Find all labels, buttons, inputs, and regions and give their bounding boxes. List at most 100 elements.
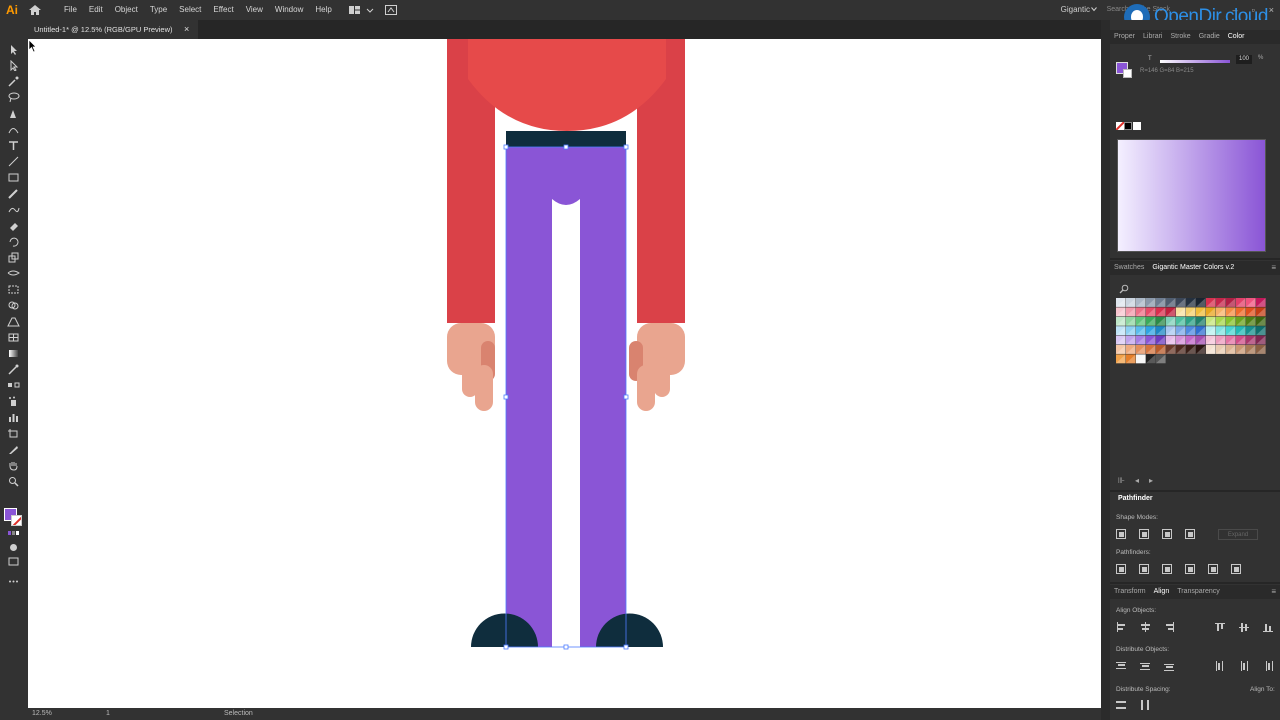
swatch-library-menu-icon[interactable]: ⊪ (1118, 476, 1125, 485)
artboard-tool-icon[interactable] (7, 428, 20, 439)
horizontal-distribute-right-icon[interactable] (1263, 661, 1274, 671)
screen-mode-icon[interactable] (7, 556, 20, 567)
unite-icon[interactable] (1116, 529, 1126, 539)
mesh-tool-icon[interactable] (7, 332, 20, 343)
blend-tool-icon[interactable] (7, 380, 20, 391)
color-panel-stroke-swatch[interactable] (1123, 69, 1132, 78)
tint-slider[interactable] (1160, 60, 1230, 63)
tab-color[interactable]: Color (1224, 30, 1249, 44)
eyedropper-tool-icon[interactable] (7, 364, 20, 375)
current-tool-readout[interactable]: Selection (224, 708, 253, 720)
menu-view[interactable]: View (240, 0, 269, 19)
tab-properties[interactable]: Proper (1110, 30, 1139, 44)
paintbrush-tool-icon[interactable] (7, 188, 20, 199)
vertical-align-top-icon[interactable] (1215, 622, 1226, 632)
color-spectrum-ramp[interactable] (1117, 139, 1266, 252)
perspective-grid-tool-icon[interactable] (7, 316, 20, 327)
close-tab-button[interactable]: × (184, 24, 189, 34)
trim-icon[interactable] (1139, 564, 1149, 574)
vertical-distribute-top-icon[interactable] (1116, 661, 1127, 671)
hand-tool-icon[interactable] (7, 460, 20, 471)
horizontal-distribute-left-icon[interactable] (1215, 661, 1226, 671)
minus-front-icon[interactable] (1139, 529, 1149, 539)
merge-icon[interactable] (1162, 564, 1172, 574)
tab-gigantic-master-colors[interactable]: Gigantic Master Colors v.2 (1148, 261, 1238, 275)
chevron-down-icon[interactable] (1091, 6, 1097, 12)
panel-menu-icon[interactable]: ≡ (1271, 263, 1276, 272)
pen-tool-icon[interactable] (7, 108, 20, 119)
artboard-number-field[interactable]: 1 (106, 708, 110, 720)
zoom-tool-icon[interactable] (7, 476, 20, 487)
rotate-tool-icon[interactable] (7, 236, 20, 247)
vertical-distribute-space-icon[interactable] (1116, 700, 1127, 710)
panel-dock-divider[interactable] (1101, 20, 1110, 720)
exclude-icon[interactable] (1185, 529, 1195, 539)
next-library-icon[interactable]: ▸ (1149, 476, 1153, 485)
right-hand[interactable] (629, 323, 685, 411)
rectangle-tool-icon[interactable] (7, 172, 20, 183)
tab-gradient[interactable]: Gradie (1195, 30, 1224, 44)
horizontal-align-right-icon[interactable] (1164, 622, 1175, 632)
shape-builder-tool-icon[interactable] (7, 300, 20, 311)
selection-tool-icon[interactable] (7, 44, 20, 55)
divide-icon[interactable] (1116, 564, 1126, 574)
expand-button[interactable]: Expand (1218, 529, 1258, 540)
tab-transform[interactable]: Transform (1110, 585, 1150, 599)
horizontal-align-center-icon[interactable] (1140, 622, 1151, 632)
crop-icon[interactable] (1185, 564, 1195, 574)
lasso-tool-icon[interactable] (7, 92, 20, 103)
shirt-bottom[interactable] (468, 39, 666, 131)
menu-help[interactable]: Help (309, 0, 337, 19)
panel-menu-icon[interactable]: ≡ (1271, 587, 1276, 596)
tab-stroke[interactable]: Stroke (1166, 30, 1194, 44)
slice-tool-icon[interactable] (7, 444, 20, 455)
none-color-swatch[interactable] (1116, 122, 1124, 130)
minus-back-icon[interactable] (1231, 564, 1241, 574)
gpu-performance-icon[interactable] (384, 4, 398, 16)
stroke-color-swatch[interactable] (11, 515, 22, 526)
menu-edit[interactable]: Edit (83, 0, 109, 19)
vertical-distribute-bottom-icon[interactable] (1164, 661, 1175, 671)
tab-libraries[interactable]: Librari (1139, 30, 1166, 44)
search-icon[interactable] (1119, 284, 1129, 294)
previous-library-icon[interactable]: ◂ (1135, 476, 1139, 485)
magic-wand-tool-icon[interactable] (7, 76, 20, 87)
menu-type[interactable]: Type (144, 0, 173, 19)
direct-selection-tool-icon[interactable] (7, 59, 20, 72)
tab-transparency[interactable]: Transparency (1173, 585, 1224, 599)
gradient-tool-icon[interactable] (7, 348, 20, 359)
drawing-mode-icon[interactable] (7, 542, 20, 553)
horizontal-distribute-space-icon[interactable] (1140, 700, 1151, 710)
outline-icon[interactable] (1208, 564, 1218, 574)
chevron-down-icon[interactable] (366, 4, 374, 16)
color-mode-icon[interactable] (7, 528, 20, 539)
pants[interactable] (506, 147, 626, 647)
horizontal-align-left-icon[interactable] (1116, 622, 1127, 632)
arrange-documents-icon[interactable] (348, 4, 362, 16)
width-tool-icon[interactable] (7, 268, 20, 279)
edit-toolbar-icon[interactable] (7, 576, 20, 587)
curvature-tool-icon[interactable] (7, 124, 20, 135)
tab-align[interactable]: Align (1150, 585, 1174, 599)
menu-effect[interactable]: Effect (207, 0, 239, 19)
line-segment-tool-icon[interactable] (7, 156, 20, 167)
vertical-align-center-icon[interactable] (1239, 622, 1250, 632)
black-color-swatch[interactable] (1124, 122, 1132, 130)
menu-window[interactable]: Window (269, 0, 309, 19)
scale-tool-icon[interactable] (7, 252, 20, 263)
column-graph-tool-icon[interactable] (7, 412, 20, 423)
menu-file[interactable]: File (58, 0, 83, 19)
zoom-level-field[interactable]: 12.5% (32, 708, 52, 720)
free-transform-tool-icon[interactable] (7, 284, 20, 295)
vertical-align-bottom-icon[interactable] (1263, 622, 1274, 632)
tint-value-field[interactable]: 100 (1236, 55, 1252, 64)
shaper-tool-icon[interactable] (7, 204, 20, 215)
tab-swatches[interactable]: Swatches (1110, 261, 1148, 275)
left-hand[interactable] (447, 323, 495, 411)
white-color-swatch[interactable] (1133, 122, 1141, 130)
character-artwork[interactable] (28, 39, 1101, 708)
horizontal-distribute-center-icon[interactable] (1239, 661, 1250, 671)
artboard-canvas[interactable] (28, 39, 1101, 708)
swatch-grid[interactable] (1116, 298, 1266, 364)
symbol-sprayer-tool-icon[interactable] (7, 396, 20, 407)
